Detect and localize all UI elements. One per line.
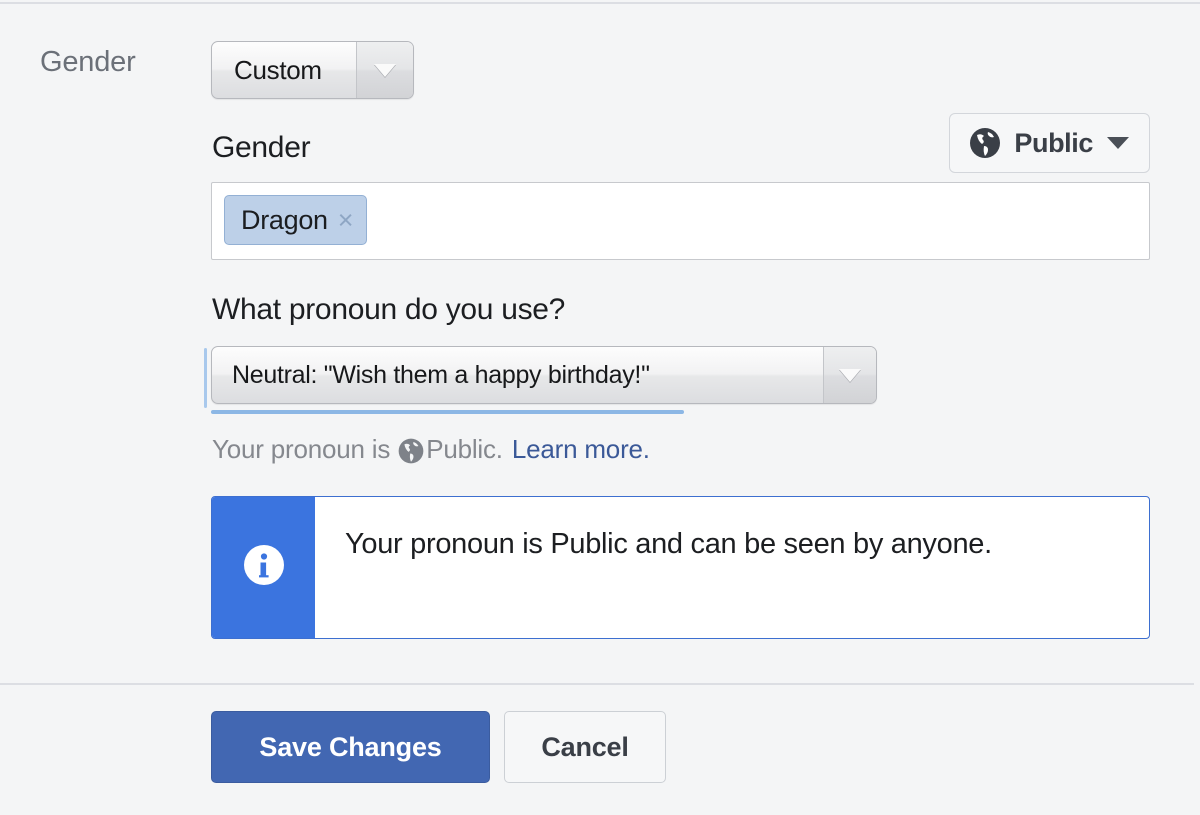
chevron-down-icon	[356, 42, 413, 98]
pronoun-select-wrap: Neutral: "Wish them a happy birthday!"	[204, 346, 1150, 414]
top-divider	[0, 2, 1200, 4]
close-icon[interactable]: ×	[338, 206, 354, 234]
focus-underline	[211, 410, 684, 414]
gender-token[interactable]: Dragon ×	[224, 195, 367, 245]
info-banner-message: Your pronoun is Public and can be seen b…	[345, 528, 992, 560]
pronoun-question-label: What pronoun do you use?	[212, 293, 566, 326]
gender-token-label: Dragon	[241, 204, 328, 235]
gender-field-label: Gender	[212, 131, 311, 164]
save-changes-button[interactable]: Save Changes	[211, 711, 490, 783]
gender-type-select-value: Custom	[234, 54, 322, 85]
gender-type-select[interactable]: Custom	[211, 41, 414, 99]
gender-field-header: Gender Public	[211, 113, 1150, 180]
pronoun-select[interactable]: Neutral: "Wish them a happy birthday!"	[211, 346, 877, 404]
gender-row-label: Gender	[40, 46, 136, 78]
audience-selector-label: Public	[1014, 127, 1093, 158]
learn-more-link[interactable]: Learn more.	[512, 430, 650, 468]
pronoun-info-banner: Your pronoun is Public and can be seen b…	[211, 496, 1150, 639]
focus-indicator-left	[204, 348, 207, 408]
audience-selector-button[interactable]: Public	[949, 113, 1150, 173]
chevron-down-icon	[823, 347, 876, 403]
footer-divider	[0, 683, 1194, 685]
pronoun-privacy-prefix: Your pronoun is	[212, 434, 391, 464]
globe-icon	[968, 126, 1002, 160]
cancel-button[interactable]: Cancel	[504, 711, 666, 783]
pronoun-select-value: Neutral: "Wish them a happy birthday!"	[232, 360, 650, 389]
caret-down-icon	[1107, 137, 1129, 149]
globe-icon	[397, 437, 425, 465]
form-actions: Save Changes Cancel	[211, 711, 666, 783]
pronoun-privacy-helper: Your pronoun is Public. Learn more.	[211, 430, 1150, 468]
gender-token-input[interactable]: Dragon ×	[211, 182, 1150, 260]
gender-row: Gender Custom	[0, 36, 1200, 106]
pronoun-privacy-audience: Public.	[426, 434, 503, 464]
info-circle-icon	[238, 539, 290, 596]
gender-panel: Gender Public Dragon × What pronoun do y…	[204, 113, 1150, 639]
info-banner-icon-rail	[212, 497, 315, 638]
